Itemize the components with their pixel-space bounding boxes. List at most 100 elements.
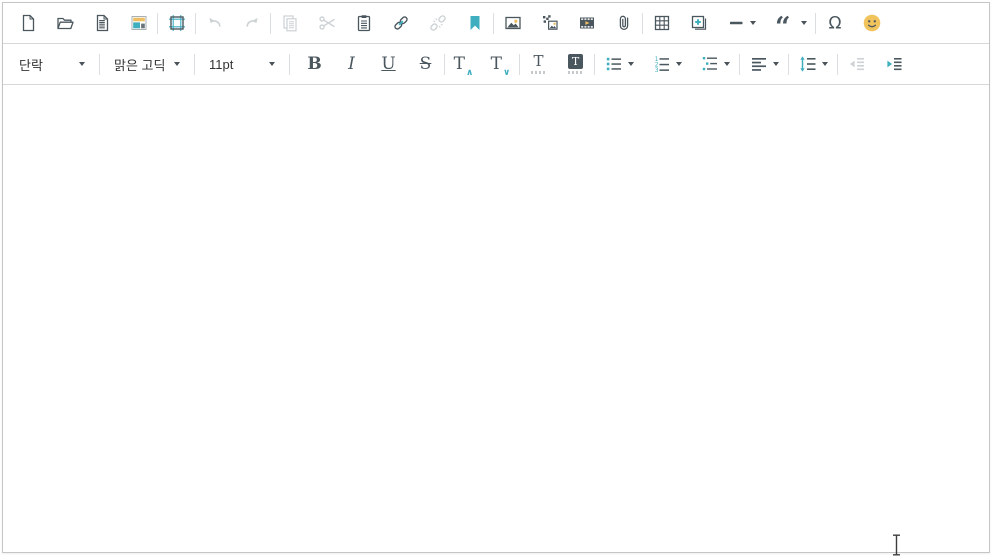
line-height-icon: [798, 54, 818, 74]
table-icon: [652, 13, 672, 33]
superscript-button[interactable]: T∧: [445, 47, 482, 81]
insert-link-button[interactable]: [382, 6, 419, 40]
outdent-button: [838, 47, 875, 81]
special-character-button[interactable]: Ω: [816, 6, 853, 40]
numbered-list-icon: 123: [652, 54, 672, 74]
font-family-select[interactable]: 맑은 고딕: [106, 49, 188, 79]
bold-glyph: B: [307, 56, 321, 73]
text-document-icon: [92, 13, 112, 33]
subscript-mark-icon: ∨: [503, 69, 510, 78]
multilevel-list-button[interactable]: [691, 47, 739, 81]
chevron-down-icon: [269, 62, 275, 66]
paragraph-style-select[interactable]: 단락: [11, 49, 93, 79]
italic-glyph: I: [348, 56, 355, 73]
numbered-list-button[interactable]: 123: [643, 47, 691, 81]
chevron-down-icon: [773, 62, 779, 66]
align-icon: [749, 54, 769, 74]
font-color-button[interactable]: T: [520, 47, 557, 81]
svg-text:Ω: Ω: [828, 14, 841, 34]
underline-button[interactable]: U: [370, 47, 407, 81]
subscript-button[interactable]: T∨: [482, 47, 519, 81]
font-color-icon: T: [531, 54, 547, 74]
horizontal-line-icon: [728, 13, 746, 33]
text-align-button[interactable]: [740, 47, 788, 81]
emoticon-icon: [862, 13, 882, 33]
line-height-button[interactable]: [789, 47, 837, 81]
i-beam-cursor: [891, 534, 902, 556]
italic-button[interactable]: I: [333, 47, 370, 81]
emoticon-button[interactable]: [853, 6, 890, 40]
horizontal-line-button[interactable]: [717, 6, 766, 40]
image-icon: [503, 13, 523, 33]
highlight-color-chip: T: [568, 54, 583, 69]
chevron-down-icon: [724, 62, 730, 66]
subscript-glyph: T: [491, 56, 502, 73]
highlight-color-swatch: [568, 71, 584, 74]
special-character-icon: Ω: [825, 13, 845, 33]
new-document-icon: [18, 13, 38, 33]
new-document-button[interactable]: [9, 6, 46, 40]
folder-open-icon: [55, 13, 75, 33]
insert-video-button[interactable]: [568, 6, 605, 40]
chevron-down-icon: [801, 21, 807, 25]
toolbar-separator: [99, 54, 100, 75]
multilevel-list-icon: [700, 54, 720, 74]
insert-table-button[interactable]: [643, 6, 680, 40]
text-document-button[interactable]: [83, 6, 120, 40]
underline-glyph: U: [381, 56, 395, 73]
chevron-down-icon: [628, 62, 634, 66]
chevron-down-icon: [750, 21, 756, 25]
copy-button: [271, 6, 308, 40]
superscript-glyph: T: [454, 56, 465, 73]
superscript-mark-icon: ∧: [466, 69, 473, 78]
strikethrough-glyph: S: [420, 56, 432, 73]
strikethrough-button[interactable]: S: [407, 47, 444, 81]
link-icon: [391, 13, 411, 33]
font-color-swatch: [531, 71, 547, 74]
indent-button[interactable]: [875, 47, 912, 81]
chevron-down-icon: [822, 62, 828, 66]
bold-button[interactable]: B: [296, 47, 333, 81]
photo-gallery-button[interactable]: [531, 6, 568, 40]
block-quote-button[interactable]: “: [766, 6, 815, 40]
frame-icon: [167, 13, 187, 33]
attach-file-button[interactable]: [605, 6, 642, 40]
insert-box-icon: [689, 13, 709, 33]
svg-text:“: “: [775, 13, 791, 33]
open-file-button[interactable]: [46, 6, 83, 40]
paragraph-style-value: 단락: [19, 55, 43, 74]
highlight-color-glyph: T: [572, 56, 579, 67]
cut-icon: [317, 13, 337, 33]
toolbar-separator: [194, 54, 195, 75]
page-template-button[interactable]: [120, 6, 157, 40]
toolbar-format: 단락맑은 고딕11ptBIUST∧T∨TT123: [3, 44, 989, 85]
edit-area-button[interactable]: [158, 6, 195, 40]
highlight-color-button[interactable]: T: [557, 47, 594, 81]
bullet-list-button[interactable]: [595, 47, 643, 81]
bullet-list-icon: [604, 54, 624, 74]
video-icon: [577, 13, 597, 33]
chevron-down-icon: [676, 62, 682, 66]
undo-icon: [205, 13, 225, 33]
rich-text-editor: “Ω 단락맑은 고딕11ptBIUST∧T∨TT123: [2, 2, 990, 553]
layout-template-icon: [129, 13, 149, 33]
cut-button: [308, 6, 345, 40]
redo-button: [233, 6, 270, 40]
font-color-glyph: T: [533, 54, 543, 69]
editor-content-area[interactable]: [3, 85, 989, 552]
font-size-value: 11pt: [209, 57, 233, 72]
bookmark-button[interactable]: [456, 6, 493, 40]
paste-icon: [354, 13, 374, 33]
indent-icon: [884, 54, 904, 74]
attachment-icon: [614, 13, 634, 33]
insert-box-button[interactable]: [680, 6, 717, 40]
svg-text:3: 3: [655, 67, 659, 74]
insert-image-button[interactable]: [494, 6, 531, 40]
redo-icon: [242, 13, 262, 33]
bookmark-icon: [465, 13, 485, 33]
paste-button[interactable]: [345, 6, 382, 40]
highlight-color-icon: T: [568, 54, 584, 74]
copy-icon: [280, 13, 300, 33]
font-size-select[interactable]: 11pt: [201, 49, 283, 79]
quote-icon: “: [775, 13, 797, 33]
